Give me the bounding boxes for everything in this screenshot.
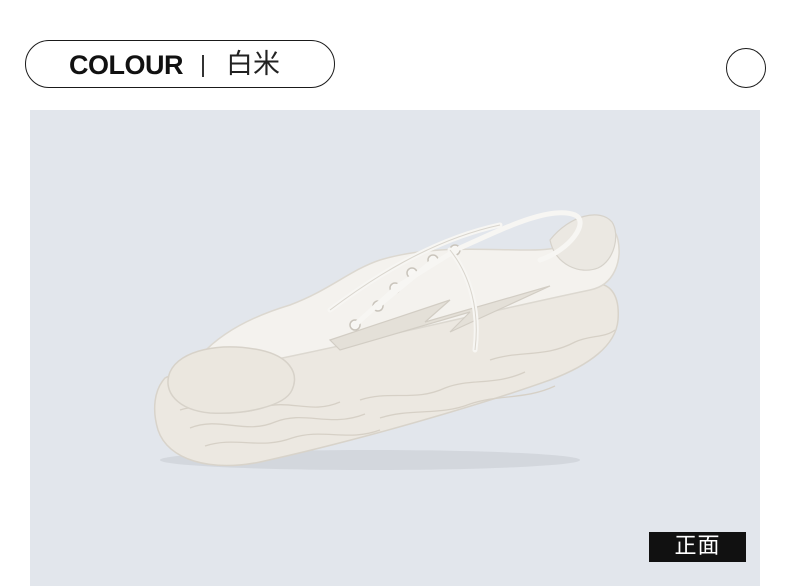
colour-name: 白米 xyxy=(226,49,280,80)
colour-heading: COLOUR xyxy=(69,50,184,80)
product-photo xyxy=(30,110,760,586)
sneaker-image xyxy=(153,210,620,470)
divider xyxy=(202,55,204,77)
colour-swatch[interactable] xyxy=(726,48,766,88)
colour-label-pill: COLOUR 白米 xyxy=(25,40,335,88)
view-label-tag: 正面 xyxy=(649,532,746,562)
